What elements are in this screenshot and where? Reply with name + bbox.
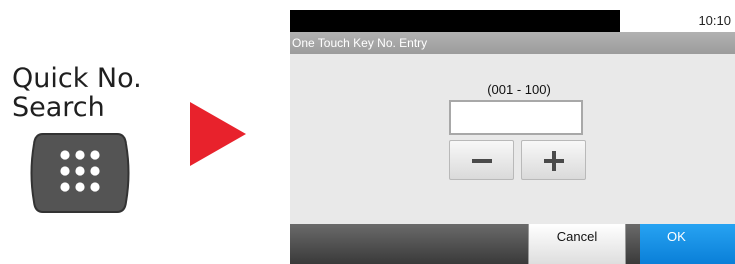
increment-button[interactable]	[521, 140, 586, 180]
ok-button[interactable]: OK	[640, 224, 735, 264]
clock: 10:10	[698, 13, 731, 28]
screen: Quick No. Search 10:10 One Touch Key No.…	[0, 0, 735, 264]
screen-title: One Touch Key No. Entry	[292, 36, 428, 50]
cancel-button[interactable]: Cancel	[528, 224, 626, 264]
caption-line-2: Search	[12, 92, 105, 123]
decrement-button[interactable]	[449, 140, 514, 180]
status-message-area	[290, 10, 620, 32]
quick-no-search-key[interactable]	[29, 132, 131, 214]
number-range-label: (001 - 100)	[487, 82, 551, 97]
key-number-input[interactable]	[449, 100, 583, 135]
caption-line-1: Quick No.	[12, 63, 142, 94]
arrow-right-icon	[190, 102, 246, 166]
keypad-icon	[30, 133, 130, 213]
minus-icon	[472, 159, 492, 163]
touch-panel: 10:10 One Touch Key No. Entry (001 - 100…	[290, 10, 735, 264]
status-bar: 10:10	[290, 10, 735, 32]
title-bar: One Touch Key No. Entry	[290, 32, 735, 54]
quick-no-search-caption: Quick No. Search	[12, 64, 182, 122]
